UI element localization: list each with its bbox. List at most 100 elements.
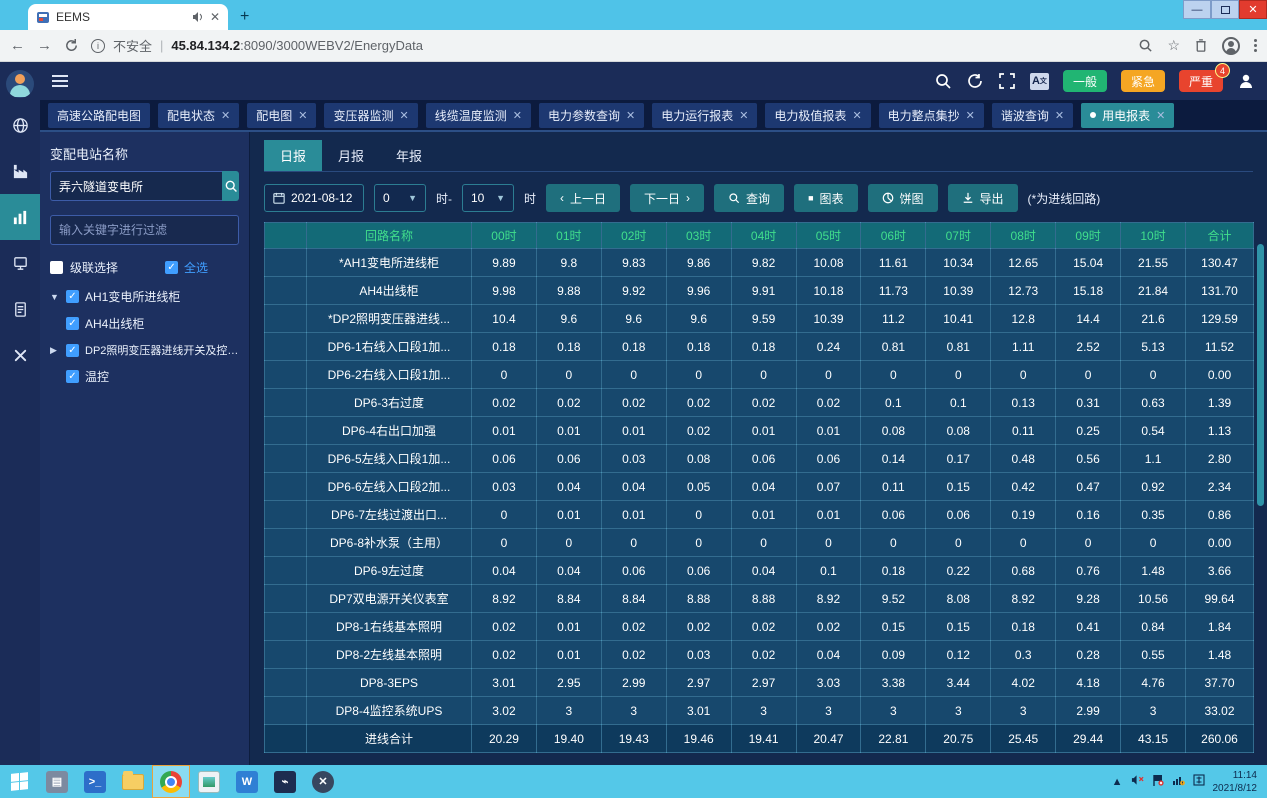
tree-checkbox[interactable]: ✓ [66,290,79,303]
station-search-input[interactable] [50,171,222,201]
date-picker[interactable]: 2021-08-12 [264,184,364,212]
taskbar-clock[interactable]: 11:14 2021/8/12 [1213,769,1258,795]
query-button[interactable]: 查询 [714,184,784,212]
nav-tab[interactable]: 配电图✕ [247,103,316,128]
alarm-normal-button[interactable]: 一般 [1063,70,1107,92]
ime-icon[interactable] [1193,774,1205,789]
menu-collapse-icon[interactable] [52,75,68,87]
tab-close-icon[interactable]: ✕ [400,109,409,122]
nav-tab[interactable]: 谐波查询✕ [992,103,1073,128]
site-info-icon[interactable]: i [91,39,105,53]
taskbar-wps[interactable]: W [228,765,266,798]
tab-close-icon[interactable]: ✕ [298,109,307,122]
cascade-checkbox[interactable] [50,261,63,274]
rail-item-enterprise[interactable] [0,148,40,194]
tab-close-icon[interactable]: ✕ [739,109,748,122]
alarm-severe-button[interactable]: 严重4 [1179,70,1223,92]
chart-button[interactable]: ■图表 [794,184,857,212]
url-box[interactable]: i 不安全 | 45.84.134.2:8090/3000WEBV2/Energ… [91,36,1126,55]
window-minimize-button[interactable]: — [1183,0,1211,19]
tab-daily-report[interactable]: 日报 [264,140,322,171]
reload-icon[interactable] [64,38,79,53]
nav-tab[interactable]: 电力极值报表✕ [765,103,870,128]
translate-icon[interactable]: A文 [1030,73,1049,90]
back-icon[interactable]: ← [10,37,25,54]
tab-close-icon[interactable]: ✕ [221,109,230,122]
rail-item-monitor[interactable] [0,240,40,286]
refresh-icon[interactable] [966,72,984,90]
expand-right-icon[interactable]: ▶ [50,345,60,356]
nav-tab[interactable]: 电力整点集抄✕ [879,103,984,128]
nav-tab[interactable]: 用电报表✕ [1081,103,1174,128]
forward-icon[interactable]: → [37,37,52,54]
next-day-button[interactable]: 下一日› [630,184,704,212]
tree-checkbox[interactable]: ✓ [66,344,79,357]
tab-close-icon[interactable]: ✕ [210,10,220,24]
tab-monthly-report[interactable]: 月报 [322,140,380,171]
flag-alert-icon[interactable] [1152,774,1164,789]
volume-muted-icon[interactable] [1131,774,1144,789]
tree-node-ah1[interactable]: ▼ ✓ AH1变电所进线柜 [50,288,239,305]
value-cell: 11.2 [861,305,926,333]
start-button[interactable] [0,765,38,798]
hour-from-select[interactable]: 0▼ [374,184,426,212]
nav-tab[interactable]: 电力运行报表✕ [652,103,757,128]
table-scrollbar[interactable] [1257,244,1264,506]
taskbar-terminal-app[interactable]: ⌁ [266,765,304,798]
fullscreen-icon[interactable] [998,72,1016,90]
taskbar-photo-viewer[interactable] [190,765,228,798]
tab-close-icon[interactable]: ✕ [1156,109,1165,122]
pie-button[interactable]: 饼图 [868,184,938,212]
tab-close-icon[interactable]: ✕ [852,109,861,122]
tab-close-icon[interactable]: ✕ [1055,109,1064,122]
rail-item-overview[interactable] [0,102,40,148]
show-hidden-icons[interactable]: ▲ [1112,776,1123,788]
browser-profile-icon[interactable] [1222,37,1240,55]
tab-audio-icon[interactable] [192,11,204,23]
extension-icon[interactable] [1194,38,1208,53]
rail-item-energy-report[interactable] [0,194,40,240]
nav-tab[interactable]: 变压器监测✕ [324,103,417,128]
taskbar-server-manager[interactable]: ▤ [38,765,76,798]
user-avatar[interactable] [6,70,34,98]
new-tab-button[interactable]: + [240,8,249,26]
taskbar-powershell[interactable]: >_ [76,765,114,798]
rail-item-report[interactable] [0,286,40,332]
hour-to-select[interactable]: 10▼ [462,184,514,212]
value-cell: 8.92 [472,585,537,613]
nav-tab[interactable]: 配电状态✕ [158,103,239,128]
tree-filter-input[interactable] [50,215,239,245]
expand-down-icon[interactable]: ▼ [50,292,60,302]
network-warning-icon[interactable] [1172,774,1185,789]
window-close-button[interactable]: ✕ [1239,0,1267,19]
prev-day-button[interactable]: ‹上一日 [546,184,620,212]
tree-checkbox[interactable]: ✓ [66,317,79,330]
taskbar-settings-app[interactable]: ✕ [304,765,342,798]
alarm-urgent-button[interactable]: 紧急 [1121,70,1165,92]
user-icon[interactable] [1237,72,1255,90]
export-button[interactable]: 导出 [948,184,1018,212]
tree-checkbox[interactable]: ✓ [66,370,79,383]
rail-item-tools[interactable] [0,332,40,378]
nav-tab[interactable]: 高速公路配电图 [48,103,150,128]
zoom-icon[interactable] [1138,38,1153,53]
tree-node-temp[interactable]: ✓ 温控 [66,368,239,385]
tree-node-dp2[interactable]: ▶ ✓ DP2照明变压器进线开关及控制室 [50,342,239,358]
taskbar-file-explorer[interactable] [114,765,152,798]
tree-node-ah4[interactable]: ✓ AH4出线柜 [66,315,239,332]
tab-close-icon[interactable]: ✕ [966,109,975,122]
tab-close-icon[interactable]: ✕ [626,109,635,122]
taskbar-chrome[interactable] [152,765,190,798]
browser-menu-icon[interactable] [1254,39,1257,52]
tab-close-icon[interactable]: ✕ [513,109,522,122]
value-cell: 9.89 [472,249,537,277]
window-maximize-button[interactable] [1211,0,1239,19]
bookmark-star-icon[interactable]: ☆ [1167,37,1180,54]
browser-tab[interactable]: EEMS ✕ [28,4,228,30]
tab-yearly-report[interactable]: 年报 [380,140,438,171]
select-all-checkbox[interactable]: ✓ [165,261,178,274]
nav-tab[interactable]: 线缆温度监测✕ [426,103,531,128]
search-icon[interactable] [934,72,952,90]
station-search-button[interactable] [222,171,239,201]
nav-tab[interactable]: 电力参数查询✕ [539,103,644,128]
